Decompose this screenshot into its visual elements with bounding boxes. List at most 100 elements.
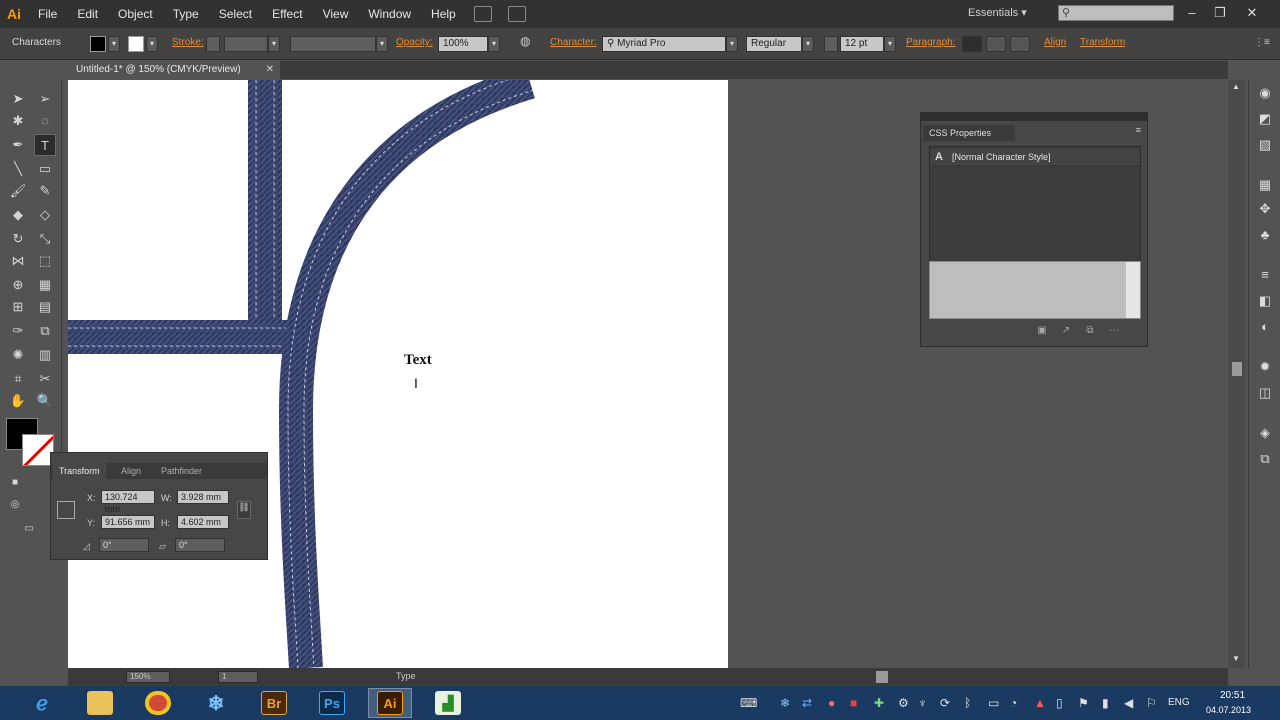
- color-panel-icon[interactable]: ◉: [1255, 84, 1275, 102]
- restore-button[interactable]: ❐: [1208, 3, 1232, 23]
- tab-align[interactable]: Align: [115, 463, 147, 479]
- type-tool-icon[interactable]: T: [34, 134, 56, 156]
- flag-icon[interactable]: ⚐: [1146, 696, 1157, 710]
- mesh-tool-icon[interactable]: ⊞: [7, 296, 29, 318]
- battery-tray-icon[interactable]: ▯: [1056, 696, 1063, 710]
- stroke-panel-icon[interactable]: ≡: [1255, 266, 1275, 284]
- settings-tray-icon[interactable]: ⚙: [898, 696, 909, 710]
- free-transform-tool-icon[interactable]: ⬚: [34, 250, 56, 272]
- align-label[interactable]: Align: [1044, 37, 1066, 48]
- gradient-panel-icon[interactable]: ◧: [1255, 292, 1275, 310]
- screen-mode-icon[interactable]: ▭: [18, 518, 40, 540]
- font-style-field[interactable]: Regular: [746, 36, 802, 52]
- zoom-tool-icon[interactable]: 🔍: [34, 390, 56, 412]
- shape-builder-tool-icon[interactable]: ⊕: [7, 274, 29, 296]
- w-field[interactable]: 3.928 mm: [177, 490, 229, 504]
- scale-tool-icon[interactable]: ⤡: [34, 228, 56, 250]
- list-item[interactable]: A [Normal Character Style]: [930, 149, 1140, 165]
- taskbar-illustrator[interactable]: Ai: [368, 688, 412, 718]
- usb-tray-icon[interactable]: ♆: [918, 696, 927, 710]
- brush-field[interactable]: [290, 36, 376, 52]
- speaker-icon[interactable]: ◀: [1124, 696, 1133, 710]
- column-graph-tool-icon[interactable]: ▥: [34, 344, 56, 366]
- y-field[interactable]: 91.656 mm: [101, 515, 155, 529]
- tab-pathfinder[interactable]: Pathfinder: [155, 463, 208, 479]
- appearance-icon[interactable]: ✹: [1255, 358, 1275, 376]
- recolor-icon[interactable]: ◍: [520, 34, 530, 48]
- rotate-field[interactable]: 0°: [99, 538, 149, 552]
- scroll-thumb[interactable]: [1232, 362, 1242, 376]
- taskbar-chart-app[interactable]: ▟: [426, 688, 470, 718]
- preview-scrollbar[interactable]: [1126, 262, 1140, 318]
- graphic-styles-icon[interactable]: ◫: [1255, 384, 1275, 402]
- menu-file[interactable]: File: [28, 0, 67, 28]
- layers-icon[interactable]: ◈: [1255, 424, 1275, 442]
- volume-control-icon[interactable]: ◔: [1010, 696, 1017, 710]
- menu-window[interactable]: Window: [358, 0, 421, 28]
- opacity-dropdown-icon[interactable]: ▾: [488, 36, 500, 52]
- brush-dropdown-icon[interactable]: ▾: [376, 36, 388, 52]
- artboards-icon[interactable]: ⧉: [1255, 450, 1275, 468]
- hand-tool-icon[interactable]: ✋: [7, 390, 29, 412]
- stroke-weight-dropdown-icon[interactable]: ▾: [268, 36, 280, 52]
- css-options-icon[interactable]: ⋯: [1107, 325, 1121, 336]
- close-button[interactable]: ✕: [1240, 3, 1264, 23]
- snowflake-tray-icon[interactable]: ❄: [780, 696, 790, 710]
- tab-transform[interactable]: Transform: [53, 463, 106, 479]
- sync-tray-icon[interactable]: ✚: [874, 696, 884, 710]
- zoom-field[interactable]: 150%: [126, 671, 170, 683]
- copy-css-icon[interactable]: ⧉: [1083, 325, 1097, 336]
- gradient-tool-icon[interactable]: ▤: [34, 296, 56, 318]
- transform-label[interactable]: Transform: [1080, 37, 1125, 48]
- menu-select[interactable]: Select: [209, 0, 262, 28]
- color-guide-icon[interactable]: ◩: [1255, 110, 1275, 128]
- stroke-dropdown-icon[interactable]: ▾: [146, 36, 158, 52]
- generate-css-icon[interactable]: ↗: [1059, 325, 1073, 336]
- slice-tool-icon[interactable]: ✂: [34, 368, 56, 390]
- record-tray-icon[interactable]: ●: [828, 696, 835, 710]
- denim-seam-artwork[interactable]: [68, 80, 728, 668]
- export-css-icon[interactable]: ▣: [1035, 325, 1049, 336]
- symbol-sprayer-tool-icon[interactable]: ✺: [7, 344, 29, 366]
- arrange-documents-icon[interactable]: [507, 6, 526, 22]
- stroke-label[interactable]: Stroke:: [172, 37, 204, 48]
- rotate-tool-icon[interactable]: ↻: [7, 228, 29, 250]
- network-tray-icon[interactable]: ⇄: [802, 696, 812, 710]
- shear-field[interactable]: 0°: [175, 538, 225, 552]
- update-tray-icon[interactable]: ⟳: [940, 696, 950, 710]
- taskbar-file-explorer[interactable]: [78, 688, 122, 718]
- scroll-up-icon[interactable]: ▲: [1232, 82, 1240, 91]
- alert-tray-icon[interactable]: ■: [850, 696, 857, 710]
- artboard-field[interactable]: 1: [218, 671, 258, 683]
- warning-tray-icon[interactable]: ▲: [1034, 696, 1046, 710]
- align-right-icon[interactable]: [1010, 36, 1030, 52]
- monitor-tray-icon[interactable]: ▭: [988, 696, 999, 710]
- workspace-switcher[interactable]: Essentials ▾: [968, 6, 1027, 19]
- taskbar-chrome[interactable]: [136, 688, 180, 718]
- eyedropper-tool-icon[interactable]: ✑: [7, 320, 29, 342]
- width-tool-icon[interactable]: ⋈: [7, 250, 29, 272]
- font-family-field[interactable]: ⚲ Myriad Pro: [602, 36, 726, 52]
- constrain-proportions-icon[interactable]: ⛓: [237, 501, 251, 519]
- symbols-icon[interactable]: ♣: [1255, 226, 1275, 244]
- lasso-tool-icon[interactable]: ◌: [34, 110, 56, 132]
- stroke-color-swatch[interactable]: [128, 36, 144, 52]
- network-icon[interactable]: ▮: [1102, 696, 1109, 710]
- menu-edit[interactable]: Edit: [67, 0, 108, 28]
- panel-titlebar[interactable]: [921, 113, 1147, 121]
- document-tab[interactable]: Untitled-1* @ 150% (CMYK/Preview) ✕: [68, 61, 280, 79]
- taskbar-internet-explorer[interactable]: ℯ: [20, 688, 64, 718]
- action-center-icon[interactable]: ⚑: [1078, 696, 1089, 710]
- opacity-label[interactable]: Opacity:: [396, 37, 433, 48]
- magic-wand-tool-icon[interactable]: ✱: [7, 110, 29, 132]
- paintbrush-tool-icon[interactable]: 🖌: [7, 180, 29, 202]
- bridge-icon[interactable]: [473, 6, 492, 22]
- font-family-dropdown-icon[interactable]: ▾: [726, 36, 738, 52]
- horizontal-scroll-thumb[interactable]: [876, 671, 888, 683]
- taskbar-snowflake[interactable]: ❄: [194, 688, 238, 718]
- taskbar-bridge[interactable]: Br: [252, 688, 296, 718]
- stroke-weight-field[interactable]: [224, 36, 268, 52]
- paragraph-label[interactable]: Paragraph:: [906, 37, 955, 48]
- font-size-field[interactable]: 12 pt: [840, 36, 884, 52]
- close-tab-icon[interactable]: ✕: [266, 61, 274, 79]
